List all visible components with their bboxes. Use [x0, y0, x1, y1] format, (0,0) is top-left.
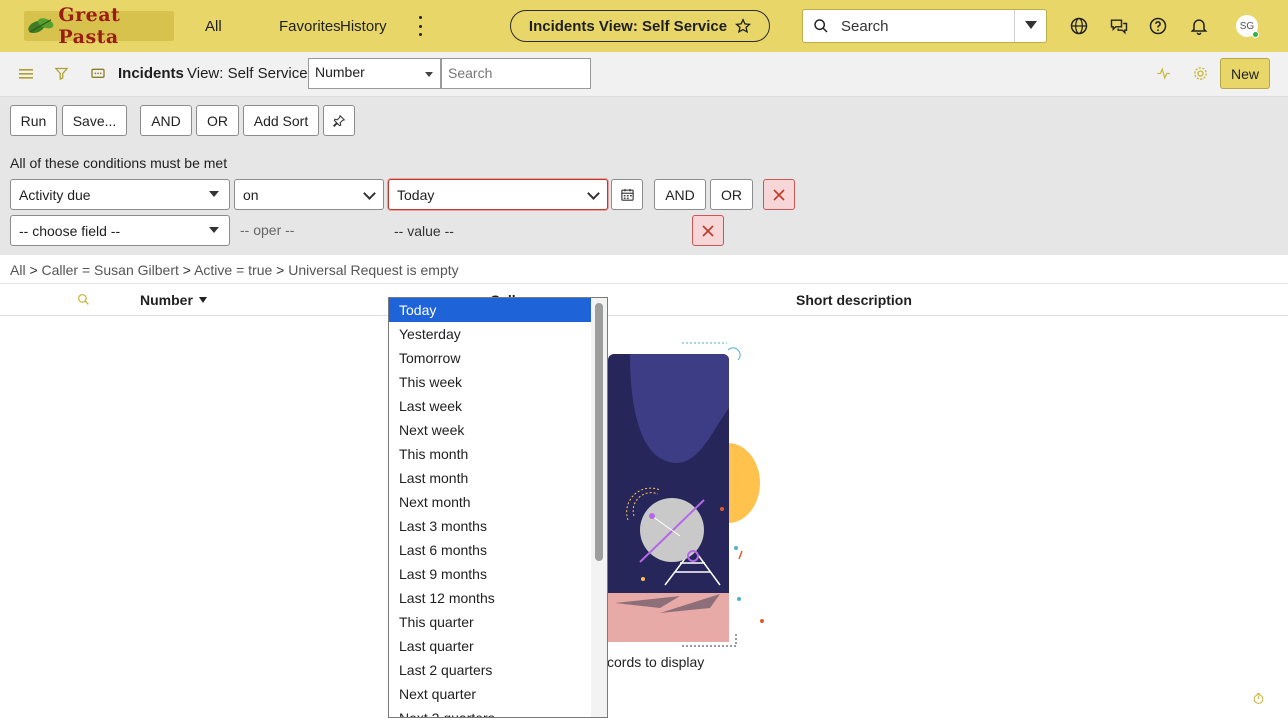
add-sort-button[interactable]: Add Sort: [243, 105, 319, 136]
search-field-select[interactable]: Number: [308, 58, 441, 89]
presence-dot: [1252, 31, 1259, 38]
condition-field-select[interactable]: Activity due: [10, 179, 230, 210]
remove-new-condition-button[interactable]: [692, 215, 724, 246]
brand-logo[interactable]: Great Pasta: [24, 4, 174, 48]
gear-icon[interactable]: [1192, 65, 1209, 82]
value-placeholder: -- value --: [394, 223, 454, 239]
remove-condition-button[interactable]: [763, 179, 795, 210]
condition-or-button[interactable]: OR: [710, 179, 753, 210]
dropdown-option[interactable]: Last 6 months: [389, 538, 591, 562]
calendar-icon: [620, 188, 634, 201]
timer-icon[interactable]: [1252, 692, 1265, 705]
close-icon: [773, 188, 785, 201]
dropdown-option[interactable]: Last quarter: [389, 634, 591, 658]
condition-and-button[interactable]: AND: [654, 179, 706, 210]
dropdown-option[interactable]: This quarter: [389, 610, 591, 634]
condition-value-select[interactable]: Today: [388, 179, 608, 210]
dropdown-option[interactable]: This week: [389, 370, 591, 394]
dropdown-scroll-thumb[interactable]: [595, 303, 603, 561]
breadcrumb-item[interactable]: Universal Request is empty: [288, 262, 458, 278]
dropdown-option[interactable]: Last month: [389, 466, 591, 490]
avatar[interactable]: SG: [1236, 15, 1259, 38]
breadcrumb: All > Caller = Susan Gilbert > Active = …: [0, 255, 1288, 284]
table-header: Number Caller Short description: [0, 284, 1288, 316]
column-number[interactable]: Number: [140, 292, 193, 308]
calendar-button[interactable]: [611, 179, 643, 210]
global-search-input[interactable]: Search: [841, 18, 889, 35]
filter-builder: Run Save... AND OR Add Sort All of these…: [0, 97, 1288, 255]
brand-name: Great Pasta: [58, 4, 121, 48]
basil-leaf-icon: [28, 18, 54, 34]
dropdown-option[interactable]: Last 3 months: [389, 514, 591, 538]
chat-icon[interactable]: [1109, 16, 1129, 36]
dropdown-option[interactable]: Last 9 months: [389, 562, 591, 586]
globe-icon[interactable]: [1069, 16, 1089, 36]
operator-placeholder: -- oper --: [240, 222, 295, 238]
condition-operator-select[interactable]: on: [234, 179, 384, 210]
pin-button[interactable]: [323, 105, 355, 136]
dropdown-option[interactable]: Tomorrow: [389, 346, 591, 370]
list-view-label: View: Self Service: [187, 65, 308, 82]
breadcrumb-item[interactable]: Caller = Susan Gilbert: [42, 262, 179, 278]
help-icon[interactable]: [1148, 16, 1168, 36]
date-value-dropdown[interactable]: Today Yesterday Tomorrow This week Last week…: [388, 297, 608, 718]
top-header: Great Pasta All Favorites History Incide…: [0, 0, 1288, 52]
context-pill-label: Incidents View: Self Service: [528, 17, 728, 35]
filter-icon[interactable]: [54, 66, 69, 81]
breadcrumb-item[interactable]: Active = true: [194, 262, 272, 278]
column-short-description[interactable]: Short description: [796, 292, 912, 308]
conditions-text: All of these conditions must be met: [10, 155, 228, 171]
dropdown-scrollbar[interactable]: [591, 298, 607, 717]
activity-icon[interactable]: [1156, 66, 1171, 81]
empty-state-illustration: [608, 342, 764, 647]
dropdown-option[interactable]: Next week: [389, 418, 591, 442]
close-icon: [702, 224, 714, 237]
nav-all[interactable]: All: [205, 0, 222, 52]
dropdown-option[interactable]: Last 12 months: [389, 586, 591, 610]
run-button[interactable]: Run: [10, 105, 57, 136]
column-search-icon[interactable]: [77, 293, 90, 306]
search-icon: [814, 19, 828, 33]
or-button[interactable]: OR: [196, 105, 239, 136]
star-icon[interactable]: [735, 18, 752, 34]
dropdown-option[interactable]: Last 2 quarters: [389, 658, 591, 682]
nav-favorites[interactable]: Favorites: [279, 0, 341, 52]
new-condition-field-select[interactable]: -- choose field --: [10, 215, 230, 246]
global-search[interactable]: Search: [802, 9, 1047, 43]
more-menu-icon[interactable]: [418, 16, 422, 36]
dropdown-option[interactable]: Next quarter: [389, 682, 591, 706]
nav-history[interactable]: History: [340, 0, 387, 52]
context-menu-icon[interactable]: [90, 66, 106, 82]
list-search-input[interactable]: Search: [441, 58, 591, 89]
empty-message: cords to display: [607, 654, 705, 670]
list-toolbar: Incidents View: Self Service Number Sear…: [0, 52, 1288, 97]
pin-icon: [333, 114, 346, 127]
save-button[interactable]: Save...: [62, 105, 127, 136]
search-scope-dropdown-icon[interactable]: [1025, 21, 1037, 29]
dropdown-option[interactable]: Today: [389, 298, 591, 322]
bell-icon[interactable]: [1189, 16, 1209, 36]
dropdown-option[interactable]: Next 2 quarters: [389, 706, 591, 717]
hamburger-menu-icon[interactable]: [19, 68, 33, 80]
dropdown-option[interactable]: Last week: [389, 394, 591, 418]
context-pill[interactable]: Incidents View: Self Service: [510, 10, 770, 42]
new-button[interactable]: New: [1220, 58, 1270, 89]
breadcrumb-all[interactable]: All: [10, 262, 26, 278]
sort-desc-icon[interactable]: [199, 297, 207, 303]
dropdown-option[interactable]: Yesterday: [389, 322, 591, 346]
and-button[interactable]: AND: [140, 105, 192, 136]
dropdown-option[interactable]: This month: [389, 442, 591, 466]
dropdown-option[interactable]: Next month: [389, 490, 591, 514]
list-title: Incidents: [118, 65, 184, 82]
